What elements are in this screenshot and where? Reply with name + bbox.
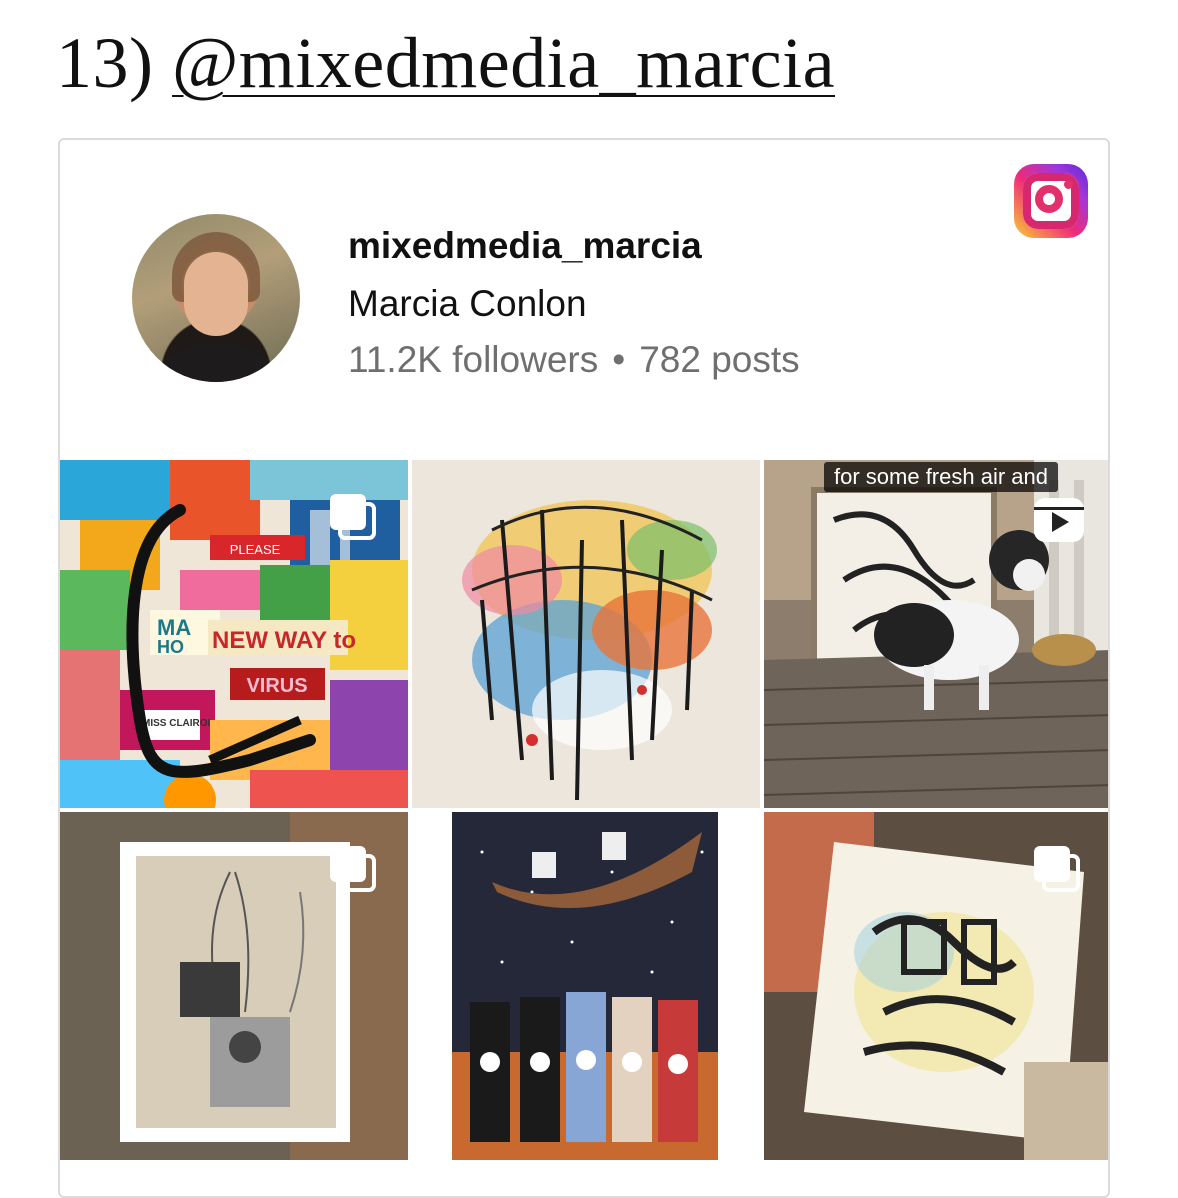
instagram-logo-icon[interactable]: [1014, 164, 1088, 238]
post-tile[interactable]: [764, 812, 1108, 1160]
reel-caption: for some fresh air and: [824, 462, 1058, 492]
carousel-icon: [1034, 846, 1082, 894]
instagram-embed-card: mixedmedia_marcia Marcia Conlon 11.2K fo…: [58, 138, 1110, 1198]
posts-count: 782 posts: [639, 339, 800, 380]
post-tile[interactable]: for some fresh air and: [764, 460, 1108, 808]
post-grid: PLEASE MA HO NEW WAY to VIRUS MISS CLAIR…: [60, 460, 1108, 1164]
instagram-handle-link[interactable]: @mixedmedia_marcia: [172, 23, 835, 103]
collage-miss-clairol-text: MISS CLAIROL: [142, 718, 214, 729]
collage-new-way-text: NEW WAY to: [212, 627, 356, 654]
post-tile[interactable]: [60, 812, 408, 1160]
post-heading: 13) @mixedmedia_marcia: [56, 18, 835, 108]
abstract-painting: [412, 460, 760, 808]
collage-ho-text: HO: [157, 637, 184, 657]
followers-count: 11.2K followers: [348, 339, 599, 380]
profile-stats: 11.2K followers • 782 posts: [348, 338, 800, 382]
post-tile[interactable]: [412, 460, 760, 808]
post-tile[interactable]: PLEASE MA HO NEW WAY to VIRUS MISS CLAIR…: [60, 460, 408, 808]
profile-full-name: Marcia Conlon: [348, 283, 587, 324]
collage-virus-text: VIRUS: [246, 675, 307, 697]
collage-please-text: PLEASE: [230, 542, 281, 557]
post-tile[interactable]: [412, 812, 760, 1160]
night-sky-collage: [452, 812, 718, 1160]
list-number: 13): [56, 23, 154, 103]
avatar[interactable]: [132, 214, 300, 382]
reel-icon: [1034, 498, 1084, 542]
carousel-icon: [330, 494, 378, 542]
carousel-icon: [330, 846, 378, 894]
profile-username[interactable]: mixedmedia_marcia: [348, 224, 702, 268]
stats-separator: •: [612, 339, 626, 380]
